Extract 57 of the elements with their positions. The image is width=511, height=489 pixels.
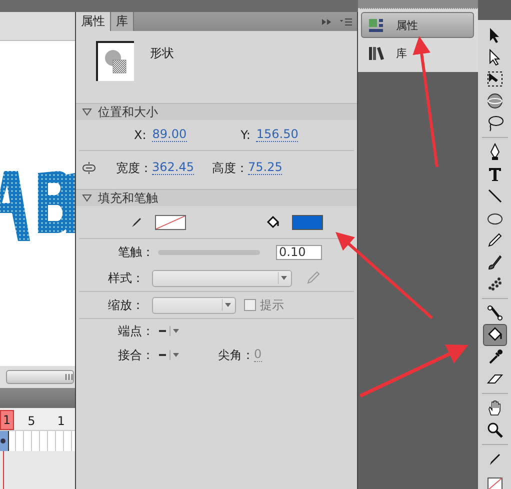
frame-number: 1 [0,410,14,430]
properties-icon [368,17,384,33]
brush-icon [486,253,504,271]
field-label: Y: [240,128,250,142]
pencil-icon [131,216,143,228]
pencil-icon [306,271,320,285]
value-field[interactable]: 89.00 [152,128,187,142]
panel-menu-icon [339,16,353,26]
field-label: 样式： [108,270,145,286]
field-label: 端点： [118,322,155,340]
search-icon [486,421,504,439]
field-label: X: [134,128,146,142]
field-label: 宽度： [116,160,152,176]
hint-label: 提示 [260,296,284,314]
books-icon [368,45,384,61]
section-title: 填充和笔触 [98,190,158,206]
field-label: 缩放： [108,296,145,314]
panel-button[interactable]: 库 [361,40,474,66]
line-icon [486,187,504,205]
dock-grip-bar[interactable] [358,0,478,9]
fill-color-swatch[interactable] [292,214,323,230]
panel-button[interactable]: 属性 [361,12,474,38]
hand-icon [486,399,504,417]
section-title: 位置和大小 [98,104,158,120]
field-label: 尖角： [218,346,254,364]
collapse-icon [321,18,333,26]
field-label: 高度： [212,160,248,176]
hint-checkbox[interactable] [244,299,256,311]
scrollbar-thumb[interactable] [6,370,74,384]
grip-icon [65,373,73,381]
value-field[interactable]: 362.45 [152,161,194,175]
stroke-color-swatch[interactable] [155,214,186,230]
frame-number: 1 [56,413,66,430]
field-label: 接合： [118,346,155,364]
shape-icon [103,48,129,76]
paint-bucket-icon [266,216,280,228]
value-field[interactable]: 156.50 [256,128,298,142]
transform-icon [486,70,504,88]
tool-button[interactable] [482,324,506,346]
dropdown-arrow-icon [278,272,288,284]
line-style-dropdown[interactable] [158,325,182,337]
sphere-icon [486,92,504,110]
frame-number: 5 [26,413,36,430]
stroke-width-field[interactable]: 0.10 [276,244,322,260]
field-label: 笔触： [118,244,155,260]
link-icon [82,162,96,174]
lasso-icon [486,114,504,132]
bone-icon [486,304,504,322]
panel-tab[interactable]: 库 [111,12,134,31]
panel-tab[interactable]: 属性 [76,12,111,31]
dropdown-arrow-icon [222,299,232,311]
keyframe-icon [0,438,6,444]
line-style-dropdown[interactable] [158,349,182,361]
object-type-label: 形状 [150,45,174,62]
pencil-icon [486,231,504,249]
dotted-brush-icon [486,275,504,293]
value-field[interactable]: 75.25 [248,161,282,175]
